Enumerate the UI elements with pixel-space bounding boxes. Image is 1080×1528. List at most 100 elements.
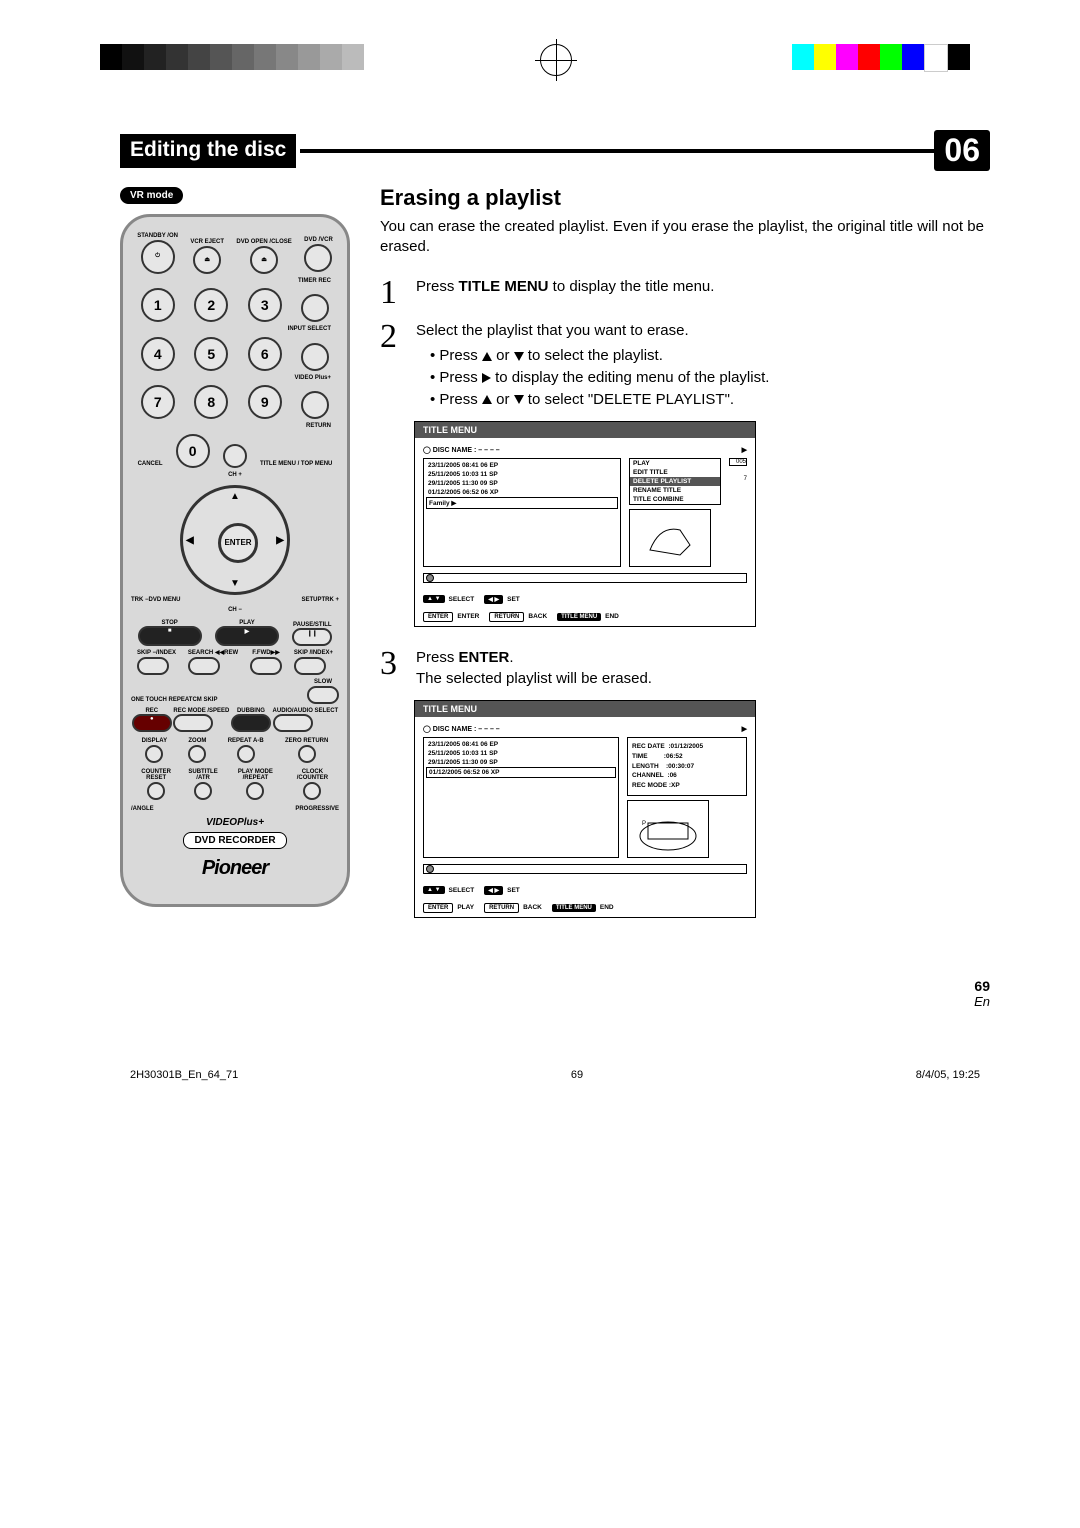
vr-mode-badge: VR mode: [120, 187, 183, 204]
nav-updown-icon: ▲ ▼: [423, 595, 445, 603]
step-1-num: 1: [380, 276, 406, 310]
num-4-button[interactable]: 4: [141, 337, 175, 371]
subtitle-button[interactable]: [194, 782, 212, 800]
thumbnail-2: P: [627, 800, 709, 858]
timer-rec-label: TIMER REC: [131, 278, 339, 285]
audio-button[interactable]: [273, 714, 313, 732]
menu-1-nav: ▲ ▼SELECT ◀ ▶SET: [415, 591, 755, 608]
pause-label: PAUSE/STILL: [292, 622, 332, 629]
slow-label: SLOW: [307, 679, 339, 686]
print-footer: 2H30301B_En_64_71 69 8/4/05, 19:25: [120, 1069, 990, 1081]
repeat-ab-button[interactable]: [237, 745, 255, 763]
menu-2-nav-2: ENTERPLAY RETURNBACK TITLE MENUEND: [415, 899, 755, 917]
up-arrow-icon[interactable]: ▲: [230, 491, 240, 502]
nav-updown-icon: ▲ ▼: [423, 886, 445, 894]
vcr-eject-button[interactable]: ⏏: [193, 246, 221, 274]
svg-text:P: P: [642, 821, 646, 827]
badge-7: 7: [729, 476, 747, 482]
return-label: RETURN: [131, 423, 339, 430]
play-button[interactable]: ▶: [215, 626, 279, 646]
badge-005: 005: [729, 458, 747, 466]
fwd-button[interactable]: [250, 657, 282, 675]
subtitle-label: SUBTITLE /ATR: [181, 769, 225, 782]
up-triangle-icon: [482, 395, 492, 404]
num-2-button[interactable]: 2: [194, 288, 228, 322]
skip-plus-label: SKIP /INDEX+: [294, 650, 333, 657]
rew-button[interactable]: [188, 657, 220, 675]
counter-reset-button[interactable]: [147, 782, 165, 800]
counter-reset-label: COUNTER RESET: [131, 769, 181, 782]
down-arrow-icon[interactable]: ▼: [230, 578, 240, 589]
skip-prev-button[interactable]: [137, 657, 169, 675]
slider-1: [423, 573, 747, 583]
title-list-1: 23/11/2005 08:41 06 EP 25/11/2005 10:03 …: [423, 458, 621, 567]
enter-button[interactable]: ENTER: [218, 523, 258, 563]
trk-minus-label: TRK −: [131, 597, 149, 604]
list-item: 25/11/2005 10:03 11 SP: [426, 470, 618, 479]
clock-label: CLOCK /COUNTER: [286, 769, 339, 782]
num-8-button[interactable]: 8: [194, 385, 228, 419]
menu-1-title: TITLE MENU: [415, 422, 755, 438]
list-item: 01/12/2005 06:52 06 XP: [426, 767, 616, 778]
submenu-item: PLAY: [630, 459, 720, 468]
dvd-open-button[interactable]: ⏏: [250, 246, 278, 274]
dubbing-button[interactable]: [231, 714, 271, 732]
display-label: DISPLAY: [142, 738, 167, 745]
title-menu-2: TITLE MENU ◯ DISC NAME : – – – –▶ 23/11/…: [414, 700, 756, 918]
right-arrow-icon[interactable]: ▶: [276, 535, 284, 546]
num-1-button[interactable]: 1: [141, 288, 175, 322]
article-heading: Erasing a playlist: [380, 185, 990, 211]
angle-label: /ANGLE: [131, 806, 154, 813]
nav-leftright-icon: ◀ ▶: [484, 886, 503, 895]
list-item: 29/11/2005 11:30 09 SP: [426, 479, 618, 488]
ch-minus-label: CH −: [131, 607, 339, 614]
nav-leftright-icon: ◀ ▶: [484, 595, 503, 604]
num-3-button[interactable]: 3: [248, 288, 282, 322]
slow-button[interactable]: [307, 686, 339, 704]
cancel-label: CANCEL: [138, 461, 163, 468]
video-plus-label: VIDEO Plus+: [131, 375, 339, 382]
dvd-vcr-button[interactable]: [304, 244, 332, 272]
list-item: 29/11/2005 11:30 09 SP: [426, 758, 616, 767]
up-triangle-icon: [482, 352, 492, 361]
thumbnail-1: [629, 509, 711, 567]
trk-plus-label: TRK +: [321, 597, 339, 604]
zero-return-button[interactable]: [298, 745, 316, 763]
dvd-recorder-label: DVD RECORDER: [183, 832, 286, 849]
left-arrow-icon[interactable]: ◀: [186, 535, 194, 546]
section-title: Editing the disc: [120, 134, 296, 168]
repeat-ab-label: REPEAT A-B: [228, 738, 264, 745]
return-button[interactable]: [223, 444, 247, 468]
submenu-item: RENAME TITLE: [630, 486, 720, 495]
list-item: 23/11/2005 08:41 06 EP: [426, 461, 618, 470]
dpad[interactable]: ENTER ▲ ▼ ◀ ▶: [180, 485, 290, 595]
display-button[interactable]: [145, 745, 163, 763]
pause-button[interactable]: ❙❙: [292, 628, 332, 646]
skip-next-button[interactable]: [294, 657, 326, 675]
num-6-button[interactable]: 6: [248, 337, 282, 371]
audio-label: AUDIO/AUDIO SELECT: [273, 708, 339, 715]
video-plus-button[interactable]: [301, 391, 329, 419]
num-0-button[interactable]: 0: [176, 434, 210, 468]
rec-label: REC: [132, 708, 172, 715]
page-number: 69 En: [120, 978, 990, 1009]
stop-button[interactable]: ■: [138, 626, 202, 646]
clock-button[interactable]: [303, 782, 321, 800]
rec-button[interactable]: ●: [132, 714, 172, 732]
submenu-item: TITLE COMBINE: [630, 495, 720, 504]
rec-mode-button[interactable]: [173, 714, 213, 732]
menu-2-title: TITLE MENU: [415, 701, 755, 717]
zoom-button[interactable]: [188, 745, 206, 763]
timer-rec-button[interactable]: [301, 294, 329, 322]
videoplus-logo: VIDEOPlus+: [131, 817, 339, 828]
num-5-button[interactable]: 5: [194, 337, 228, 371]
num-7-button[interactable]: 7: [141, 385, 175, 419]
play-mode-label: PLAY MODE /REPEAT: [225, 769, 286, 782]
down-triangle-icon: [514, 395, 524, 404]
list-item: 23/11/2005 08:41 06 EP: [426, 740, 616, 749]
play-mode-button[interactable]: [246, 782, 264, 800]
input-select-button[interactable]: [301, 343, 329, 371]
num-9-button[interactable]: 9: [248, 385, 282, 419]
chapter-number: 06: [934, 130, 990, 171]
standby-button[interactable]: ⏻: [141, 240, 175, 274]
